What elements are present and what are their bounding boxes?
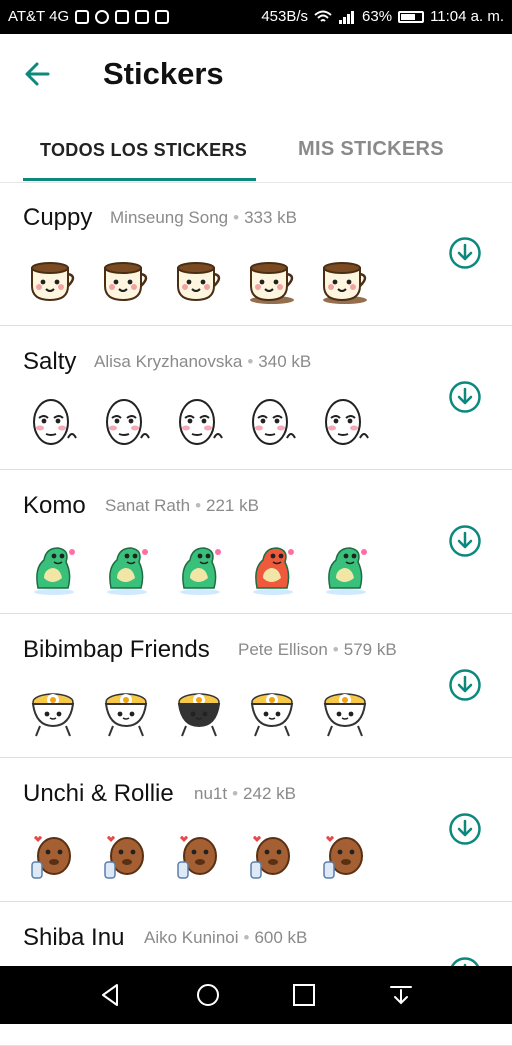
pack-size: 333 kB	[244, 208, 298, 227]
pack-author: Sanat Rath	[105, 496, 191, 515]
face-sticker-icon	[179, 399, 223, 445]
dino-sticker-icon	[326, 547, 367, 595]
pack-name: Salty	[23, 348, 77, 375]
check-icon	[95, 9, 110, 24]
sticker-pack-row[interactable]: Unchi & Rollie nu1t • 242 kB	[0, 758, 512, 902]
app-bar: Stickers	[0, 34, 512, 118]
poop-sticker-icon	[31, 836, 71, 879]
nav-home-icon[interactable]	[194, 981, 222, 1009]
face-sticker-icon	[252, 399, 296, 445]
cup-sticker-icon	[31, 262, 75, 302]
network-speed: 453B/s	[261, 8, 309, 25]
download-icon[interactable]	[448, 380, 482, 414]
bowl-sticker-icon	[177, 693, 221, 737]
pack-meta: Alisa Kryzhanovska • 340 kB	[94, 352, 311, 372]
cup-sticker-icon	[104, 262, 148, 302]
sticker-preview-strip	[24, 394, 374, 452]
tab-bar: TODOS LOS STICKERS MIS STICKERS	[0, 118, 512, 183]
pack-author: Pete Ellison	[238, 640, 328, 659]
pack-author: Minseung Song	[110, 208, 229, 227]
drive-icon	[75, 9, 90, 24]
battery-icon	[398, 10, 425, 23]
sticker-pack-row[interactable]: Komo Sanat Rath • 221 kB	[0, 470, 512, 614]
dino-sticker-icon	[107, 547, 148, 595]
pack-size: 340 kB	[258, 352, 312, 371]
nav-notifications-icon[interactable]	[387, 981, 415, 1009]
separator-dot: •	[332, 640, 339, 659]
sticker-pack-row[interactable]: Cuppy Minseung Song • 333 kB	[0, 182, 512, 326]
pack-size: 579 kB	[343, 640, 397, 659]
face-sticker-icon	[33, 399, 77, 445]
nav-recents-icon[interactable]	[290, 981, 318, 1009]
pack-meta: Aiko Kuninoi • 600 kB	[144, 928, 307, 948]
system-nav-bar	[0, 966, 512, 1024]
pack-name: Shiba Inu	[23, 924, 125, 951]
pack-name: Komo	[23, 492, 86, 519]
sticker-preview-strip	[24, 538, 374, 596]
download-icon[interactable]	[448, 236, 482, 270]
pack-meta: Minseung Song • 333 kB	[110, 208, 297, 228]
face-sticker-icon	[106, 399, 150, 445]
tab-all-stickers[interactable]: TODOS LOS STICKERS	[40, 140, 247, 161]
download-icon[interactable]	[448, 668, 482, 702]
separator-dot: •	[247, 352, 254, 371]
carrier-label: AT&T 4G	[8, 8, 70, 25]
clock: 11:04 a. m.	[430, 8, 504, 25]
battery-percent: 63%	[362, 8, 393, 25]
mail-icon	[115, 9, 130, 24]
status-left: AT&T 4G	[8, 8, 170, 25]
sticker-pack-list: Cuppy Minseung Song • 333 kB Salty Alisa…	[0, 182, 512, 1046]
download-icon[interactable]	[448, 524, 482, 558]
pack-meta: Pete Ellison • 579 kB	[238, 640, 397, 660]
cup-sticker-icon	[323, 262, 367, 304]
tab-my-stickers[interactable]: MIS STICKERS	[298, 138, 444, 161]
pack-author: Aiko Kuninoi	[144, 928, 239, 947]
sticker-preview-strip	[24, 826, 374, 884]
nav-back-icon[interactable]	[97, 981, 125, 1009]
separator-dot: •	[232, 784, 239, 803]
poop-sticker-icon	[177, 836, 217, 879]
cup-sticker-icon	[177, 262, 221, 302]
dino-sticker-icon	[180, 547, 221, 595]
poop-sticker-icon	[250, 836, 290, 879]
chrome-icon	[135, 9, 150, 24]
bowl-sticker-icon	[104, 693, 148, 737]
pack-size: 221 kB	[206, 496, 259, 515]
pack-meta: nu1t • 242 kB	[194, 784, 296, 804]
sticker-preview-strip	[24, 682, 374, 740]
status-right: 453B/s 63% 11:04 a. m.	[261, 8, 504, 25]
separator-dot: •	[233, 208, 240, 227]
separator-dot: •	[195, 496, 202, 515]
dino-sticker-icon	[34, 547, 75, 595]
pack-author: nu1t	[194, 784, 228, 803]
sticker-pack-row[interactable]: Salty Alisa Kryzhanovska • 340 kB	[0, 326, 512, 470]
wifi-icon	[314, 10, 332, 22]
bowl-sticker-icon	[31, 693, 75, 737]
arrow-left-icon[interactable]	[18, 54, 58, 94]
sticker-preview-strip	[24, 250, 374, 308]
signal-icon	[339, 10, 355, 24]
pack-name: Cuppy	[23, 204, 93, 231]
separator-dot: •	[243, 928, 250, 947]
face-sticker-icon	[325, 399, 369, 445]
dino-sticker-icon	[253, 547, 294, 595]
cup-sticker-icon	[250, 262, 294, 304]
poop-sticker-icon	[323, 836, 363, 879]
pack-size: 242 kB	[243, 784, 296, 803]
facebook-icon	[155, 9, 170, 24]
bowl-sticker-icon	[250, 693, 294, 737]
page-title: Stickers	[103, 56, 224, 91]
sticker-pack-row[interactable]: Bibimbap Friends Pete Ellison • 579 kB	[0, 614, 512, 758]
pack-size: 600 kB	[254, 928, 308, 947]
pack-name: Unchi & Rollie	[23, 780, 174, 807]
status-bar: AT&T 4G 453B/s 63% 11:04 a. m.	[0, 0, 512, 34]
poop-sticker-icon	[104, 836, 144, 879]
pack-author: Alisa Kryzhanovska	[94, 352, 243, 371]
tab-indicator	[23, 178, 256, 181]
download-icon[interactable]	[448, 812, 482, 846]
bowl-sticker-icon	[323, 693, 367, 737]
pack-meta: Sanat Rath • 221 kB	[105, 496, 259, 516]
pack-name: Bibimbap Friends	[23, 636, 210, 663]
